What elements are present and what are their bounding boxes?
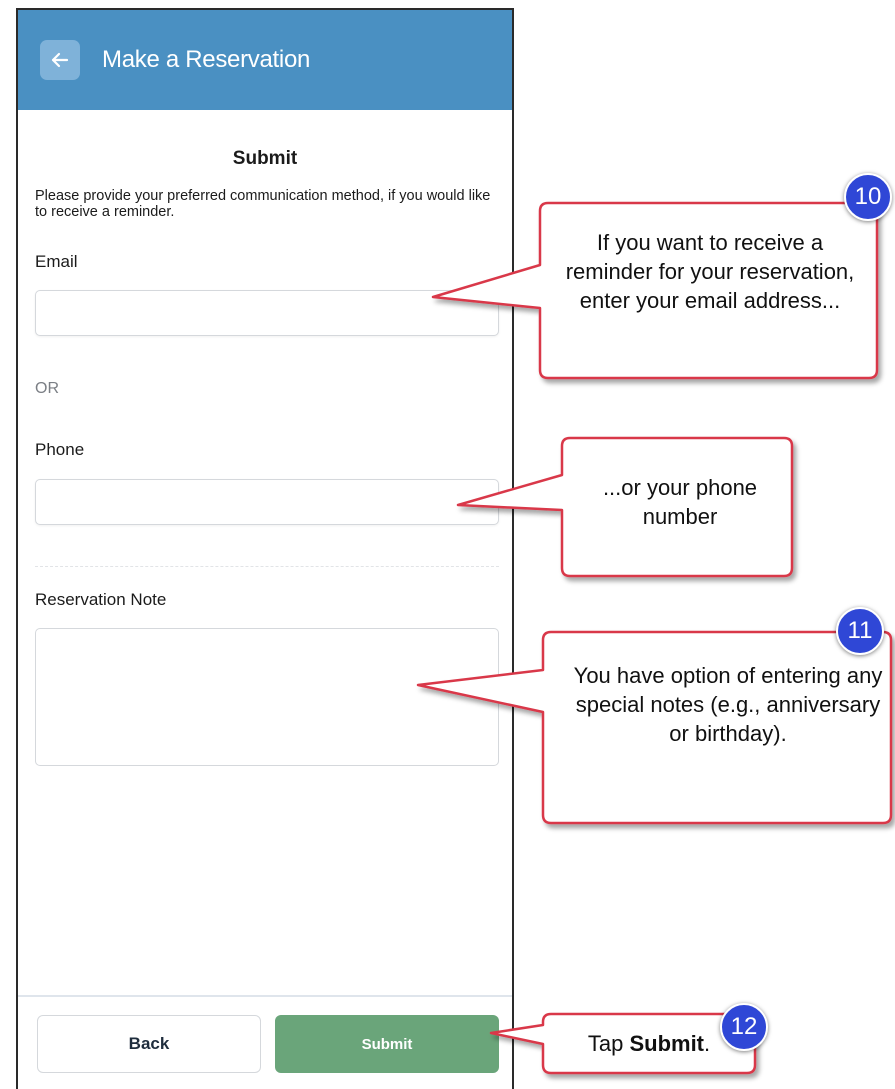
- callout-submit-text: Tap Submit.: [551, 1029, 747, 1058]
- email-field[interactable]: [35, 290, 499, 336]
- intro-text: Please provide your preferred communicat…: [35, 188, 491, 220]
- callout-submit-bold: Submit: [629, 1031, 705, 1056]
- email-label: Email: [35, 252, 78, 271]
- callout-submit-suffix: .: [704, 1031, 711, 1056]
- app-header: Make a Reservation: [18, 10, 512, 110]
- callout-phone-text: ...or your phone number: [602, 475, 758, 529]
- section-divider: [35, 566, 499, 567]
- or-separator: OR: [35, 380, 59, 397]
- back-arrow-icon: [51, 52, 69, 68]
- callout-note-text: You have option of entering any special …: [573, 663, 883, 746]
- step-12-badge: 12: [720, 1003, 768, 1051]
- callout-submit-prefix: Tap: [587, 1031, 630, 1056]
- reservation-note-label: Reservation Note: [35, 590, 167, 609]
- back-button[interactable]: Back: [37, 1015, 261, 1073]
- page-title: Make a Reservation: [102, 46, 311, 73]
- reservation-note-textarea[interactable]: [35, 628, 499, 766]
- section-title: Submit: [232, 148, 298, 169]
- submit-button[interactable]: Submit: [275, 1015, 499, 1073]
- phone-label: Phone: [35, 440, 85, 459]
- step-11-badge: 11: [836, 607, 884, 655]
- back-arrow-button[interactable]: [40, 40, 80, 80]
- mobile-screen: Make a Reservation Submit Please provide…: [16, 8, 514, 1089]
- callout-email-text: If you want to receive a reminder for yo…: [565, 230, 855, 313]
- step-10-badge: 10: [844, 173, 892, 221]
- phone-field[interactable]: [35, 479, 499, 525]
- footer-divider: [18, 995, 512, 997]
